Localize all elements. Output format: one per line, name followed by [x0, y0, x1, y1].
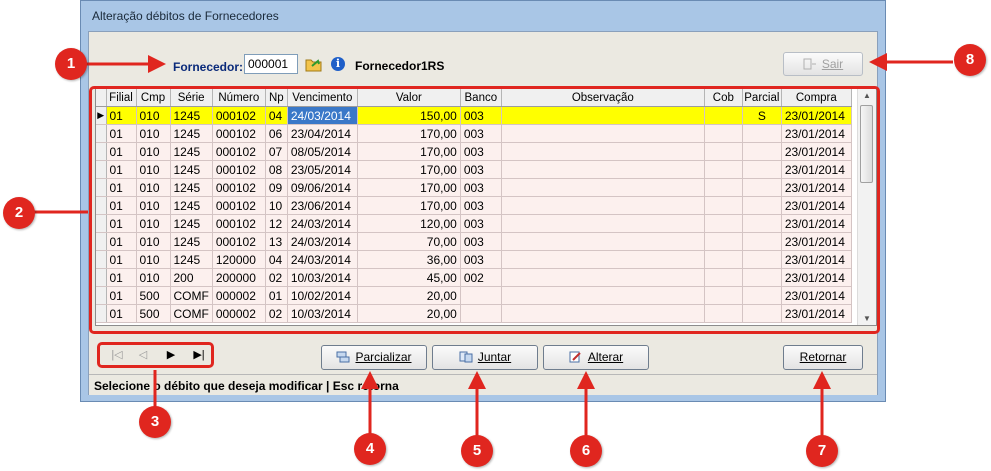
callout-1: 1 [55, 48, 87, 80]
callout-8: 8 [954, 44, 986, 76]
callout-5: 5 [461, 435, 493, 467]
callout-6: 6 [570, 435, 602, 467]
callout-4: 4 [354, 433, 386, 465]
callout-7: 7 [806, 435, 838, 467]
annotation-arrows [30, 53, 953, 442]
callout-3: 3 [139, 406, 171, 438]
callout-2: 2 [3, 197, 35, 229]
